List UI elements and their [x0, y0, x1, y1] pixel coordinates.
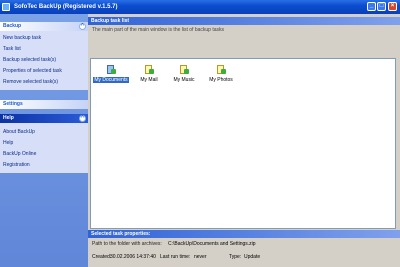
- settings-panel: Settings: [0, 100, 88, 109]
- sidebar: Backup ^ New backup task Task list Backu…: [0, 14, 88, 267]
- task-item[interactable]: My Documents: [93, 65, 129, 83]
- created-label: Created:: [92, 254, 112, 260]
- collapse-icon[interactable]: ^: [79, 23, 86, 30]
- help-panel-title: Help: [3, 115, 14, 121]
- task-list-header: Backup task list: [88, 17, 400, 25]
- sidebar-item-about[interactable]: About BackUp: [0, 127, 88, 138]
- backup-panel: Backup ^ New backup task Task list Backu…: [0, 22, 88, 90]
- backup-panel-title: Backup: [3, 23, 22, 29]
- task-name: My Mail: [140, 77, 158, 83]
- type-label: Type:: [229, 254, 242, 260]
- collapse-icon[interactable]: ^: [79, 115, 86, 122]
- backup-panel-header[interactable]: Backup ^: [0, 22, 88, 31]
- task-name: My Photos: [209, 77, 233, 83]
- properties-header: Selected task properties:: [88, 230, 400, 238]
- task-item[interactable]: My Photos: [203, 65, 239, 83]
- path-value: C:\BackUp\Documents and Settings.zip: [168, 241, 256, 247]
- window-title: SofoTec BackUp (Registered v.1.5.7): [14, 4, 118, 10]
- close-button[interactable]: ×: [388, 2, 397, 11]
- minimize-button[interactable]: _: [367, 2, 376, 11]
- backup-doc-icon: [144, 65, 154, 75]
- sidebar-item-backup-online[interactable]: BackUp Online: [0, 149, 88, 160]
- sidebar-item-remove-selected[interactable]: Remove selected task(s): [0, 77, 88, 88]
- help-panel: Help ^ About BackUp Help BackUp Online R…: [0, 114, 88, 173]
- created-value: 30.02.2006 14:37:40: [110, 254, 156, 260]
- task-item[interactable]: My Mail: [131, 65, 167, 83]
- last-run-value: never: [194, 254, 207, 260]
- last-run-label: Last run time:: [160, 254, 191, 260]
- sidebar-item-properties[interactable]: Properties of selected task: [0, 66, 88, 77]
- sidebar-item-registration[interactable]: Registration: [0, 160, 88, 171]
- task-list[interactable]: My Documents My Mail My Music My Photos: [90, 58, 396, 229]
- help-panel-header[interactable]: Help ^: [0, 114, 88, 123]
- title-bar: SofoTec BackUp (Registered v.1.5.7) _ □ …: [0, 0, 400, 14]
- settings-panel-header[interactable]: Settings: [0, 100, 88, 109]
- sidebar-item-help[interactable]: Help: [0, 138, 88, 149]
- task-name: My Documents: [93, 77, 129, 83]
- sidebar-item-backup-selected[interactable]: Backup selected task(s): [0, 55, 88, 66]
- properties-panel: Path to the folder with archives: C:\Bac…: [88, 238, 400, 267]
- sidebar-item-task-list[interactable]: Task list: [0, 44, 88, 55]
- backup-panel-body: New backup task Task list Backup selecte…: [0, 31, 88, 90]
- type-value: Update: [244, 254, 261, 260]
- task-name: My Music: [173, 77, 195, 83]
- settings-panel-title: Settings: [3, 101, 23, 107]
- backup-doc-icon: [106, 65, 116, 75]
- backup-doc-icon: [179, 65, 189, 75]
- sidebar-item-new-backup-task[interactable]: New backup task: [0, 33, 88, 44]
- task-item[interactable]: My Music: [166, 65, 202, 83]
- path-row: Path to the folder with archives:: [92, 241, 162, 247]
- app-icon: [2, 3, 10, 11]
- backup-doc-icon: [216, 65, 226, 75]
- task-list-hint: The main part of the main window is the …: [92, 27, 225, 33]
- help-panel-body: About BackUp Help BackUp Online Registra…: [0, 123, 88, 173]
- maximize-button[interactable]: □: [377, 2, 386, 11]
- path-label: Path to the folder with archives:: [92, 241, 162, 247]
